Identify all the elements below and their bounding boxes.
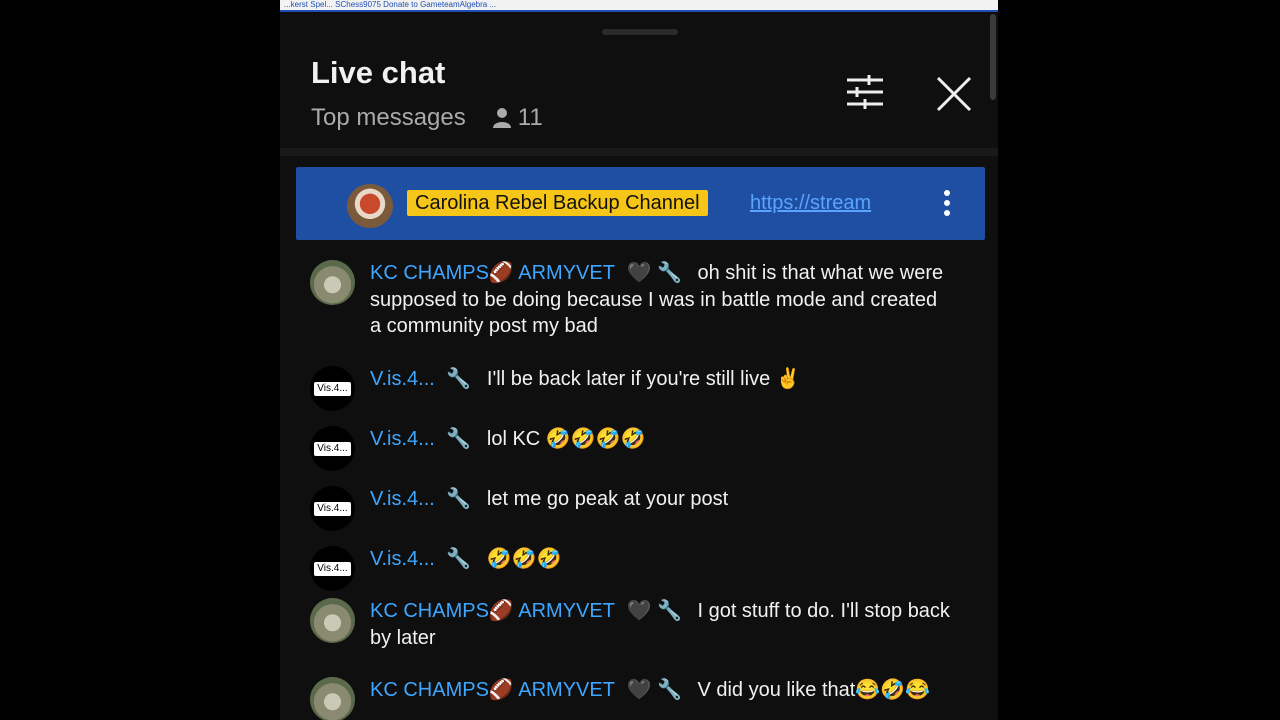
top-ticker: ...kerst Spel... SChess9075 Donate to Ga… <box>280 0 998 12</box>
header-divider <box>280 148 998 156</box>
pinned-message[interactable]: Carolina Rebel Backup Channel https://st… <box>296 167 985 240</box>
author-badges: 🖤 🔧 <box>626 679 682 701</box>
author-badges: 🔧 <box>446 368 472 390</box>
message-text: lol KC 🤣🤣🤣🤣 <box>486 428 646 450</box>
avatar[interactable]: Vis.4... <box>310 546 355 591</box>
viewer-count: 11 <box>517 104 543 131</box>
live-chat-panel: ...kerst Spel... SChess9075 Donate to Ga… <box>280 0 998 720</box>
chat-message[interactable]: KC CHAMPS🏈 ARMYVET 🖤 🔧 oh shit is that w… <box>310 260 950 340</box>
avatar-label: Vis.4... <box>314 561 351 576</box>
filter-button[interactable] <box>843 72 887 112</box>
message-text: let me go peak at your post <box>486 488 729 510</box>
message-author[interactable]: V.is.4... <box>370 488 435 510</box>
chat-message[interactable]: Vis.4... V.is.4... 🔧 🤣🤣🤣 <box>310 546 950 591</box>
chat-title: Live chat <box>311 55 446 90</box>
message-author[interactable]: KC CHAMPS🏈 ARMYVET <box>370 679 615 701</box>
kebab-menu-icon[interactable] <box>940 187 954 221</box>
chat-message[interactable]: Vis.4... V.is.4... 🔧 let me go peak at y… <box>310 486 950 531</box>
avatar[interactable] <box>310 260 355 305</box>
avatar[interactable] <box>310 598 355 643</box>
message-author[interactable]: V.is.4... <box>370 548 435 570</box>
author-badges: 🔧 <box>446 548 472 570</box>
message-author[interactable]: V.is.4... <box>370 368 435 390</box>
avatar[interactable] <box>310 677 355 720</box>
avatar-label: Vis.4... <box>314 381 351 396</box>
author-badges: 🖤 🔧 <box>626 262 682 284</box>
chat-mode-label[interactable]: Top messages <box>311 104 466 132</box>
message-text: I'll be back later if you're still live … <box>486 368 801 390</box>
avatar[interactable]: Vis.4... <box>310 486 355 531</box>
avatar[interactable]: Vis.4... <box>310 366 355 411</box>
message-text: 🤣🤣🤣 <box>486 548 562 570</box>
message-author[interactable]: V.is.4... <box>370 428 435 450</box>
close-icon <box>936 76 972 112</box>
message-author[interactable]: KC CHAMPS🏈 ARMYVET <box>370 600 615 622</box>
chat-message[interactable]: Vis.4... V.is.4... 🔧 lol KC 🤣🤣🤣🤣 <box>310 426 950 471</box>
author-badges: 🔧 <box>446 428 472 450</box>
chat-message[interactable]: KC CHAMPS🏈 ARMYVET 🖤 🔧 V did you like th… <box>310 677 950 720</box>
person-icon <box>492 107 512 129</box>
avatar-label: Vis.4... <box>314 501 351 516</box>
pinned-channel-name[interactable]: Carolina Rebel Backup Channel <box>407 190 708 216</box>
author-badges: 🖤 🔧 <box>626 600 682 622</box>
sliders-icon <box>847 75 883 109</box>
pinned-link[interactable]: https://stream <box>750 190 898 216</box>
avatar-label: Vis.4... <box>314 441 351 456</box>
message-text: V did you like that😂🤣😂 <box>697 679 931 701</box>
drag-handle[interactable] <box>602 29 678 35</box>
author-badges: 🔧 <box>446 488 472 510</box>
avatar[interactable]: Vis.4... <box>310 426 355 471</box>
chat-message[interactable]: KC CHAMPS🏈 ARMYVET 🖤 🔧 I got stuff to do… <box>310 598 950 651</box>
pinned-avatar <box>347 184 393 228</box>
scrollbar[interactable] <box>990 14 996 100</box>
close-button[interactable] <box>932 72 976 116</box>
chat-mode-row[interactable]: Top messages 11 <box>311 104 543 132</box>
message-author[interactable]: KC CHAMPS🏈 ARMYVET <box>370 262 615 284</box>
chat-message[interactable]: Vis.4... V.is.4... 🔧 I'll be back later … <box>310 366 950 411</box>
